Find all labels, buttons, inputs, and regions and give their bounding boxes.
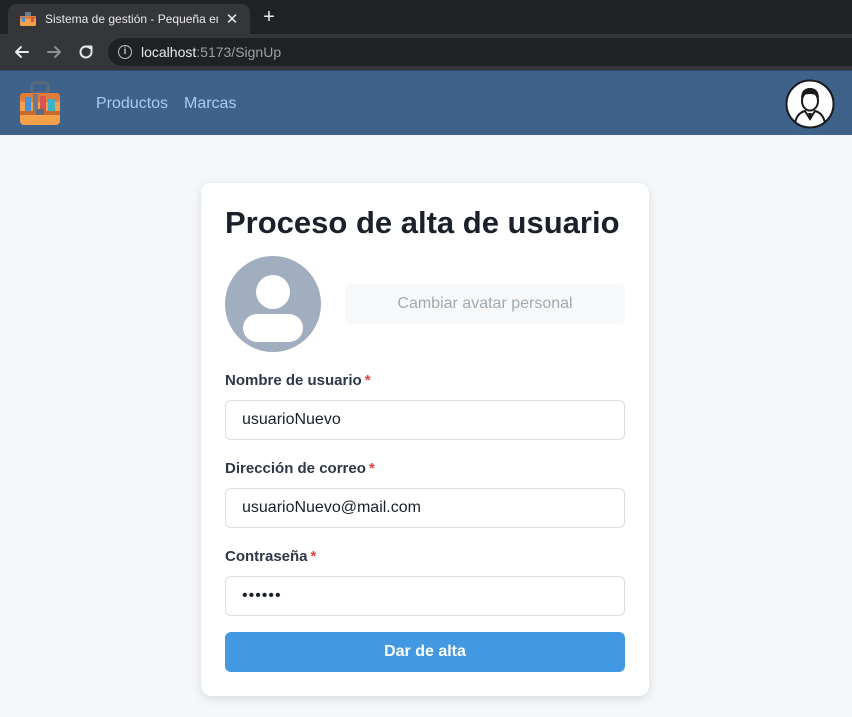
password-label: Contraseña * xyxy=(225,548,317,565)
tab-close-icon[interactable]: ✕ xyxy=(224,10,240,28)
required-asterisk: * xyxy=(364,372,371,389)
new-tab-icon[interactable]: + xyxy=(258,6,280,28)
back-arrow-icon[interactable] xyxy=(12,42,32,62)
forward-arrow-icon[interactable] xyxy=(44,42,64,62)
username-input[interactable] xyxy=(225,400,625,440)
nav-link-marcas[interactable]: Marcas xyxy=(184,95,236,113)
default-avatar-icon xyxy=(225,256,321,352)
url-host: localhost xyxy=(141,44,197,60)
address-bar[interactable]: i localhost:5173/SignUp xyxy=(108,38,852,66)
username-label: Nombre de usuario * xyxy=(225,372,371,389)
site-info-icon[interactable]: i xyxy=(118,45,132,59)
browser-toolbar: i localhost:5173/SignUp xyxy=(0,34,852,70)
password-input[interactable] xyxy=(225,576,625,616)
email-label: Dirección de correo * xyxy=(225,460,375,477)
signup-card: Proceso de alta de usuario Cambiar avata… xyxy=(201,183,649,696)
change-avatar-button[interactable]: Cambiar avatar personal xyxy=(345,284,625,324)
required-asterisk: * xyxy=(310,548,317,565)
email-input[interactable] xyxy=(225,488,625,528)
required-asterisk: * xyxy=(368,460,375,477)
browser-tabstrip: Sistema de gestión - Pequeña em ✕ + xyxy=(0,0,852,34)
app-navbar: Productos Marcas xyxy=(0,70,852,135)
toolbox-logo-icon[interactable] xyxy=(18,81,62,127)
submit-button[interactable]: Dar de alta xyxy=(225,632,625,672)
nav-link-productos[interactable]: Productos xyxy=(96,95,168,113)
user-profile-icon[interactable] xyxy=(785,79,835,129)
page-title: Proceso de alta de usuario xyxy=(225,205,620,240)
reload-icon[interactable] xyxy=(76,42,96,62)
url-path: :5173/SignUp xyxy=(196,44,282,60)
browser-tab[interactable]: Sistema de gestión - Pequeña em ✕ xyxy=(8,4,250,34)
toolbox-favicon-icon xyxy=(20,12,36,26)
tab-title: Sistema de gestión - Pequeña em xyxy=(45,12,218,26)
